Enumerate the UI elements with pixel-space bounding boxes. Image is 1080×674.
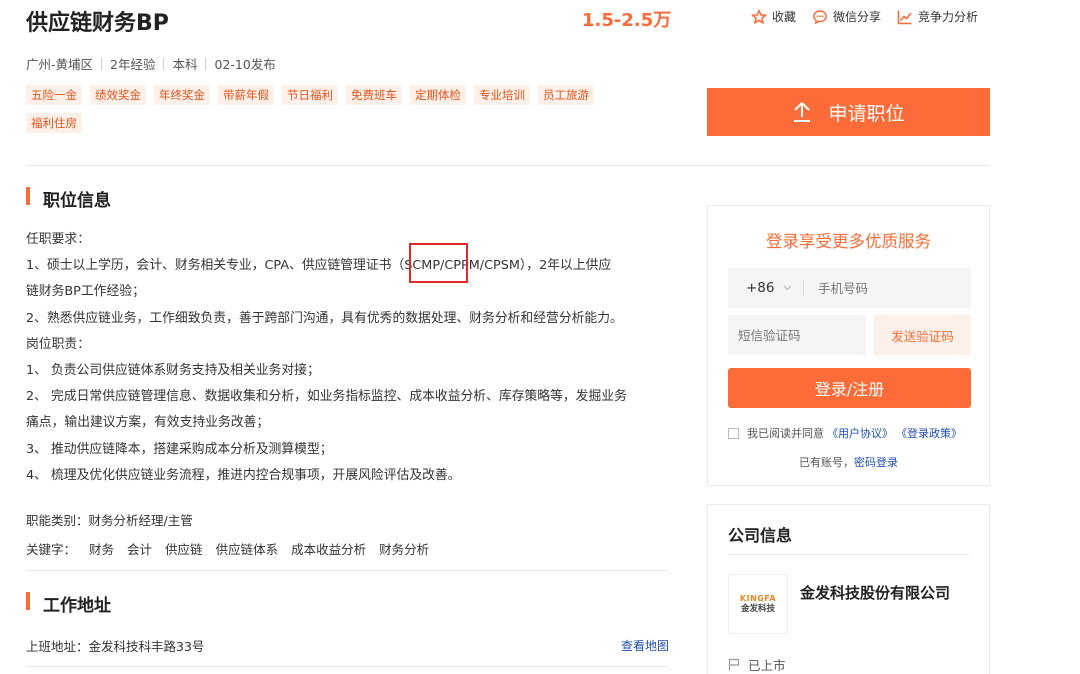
favorite-label: 收藏 bbox=[772, 10, 797, 24]
section-divider bbox=[26, 570, 668, 571]
job-meta: 广州-黄埔区 2年经验 本科 02-10发布 bbox=[26, 54, 276, 73]
section-divider bbox=[26, 666, 668, 667]
send-code-button[interactable]: 发送验证码 bbox=[874, 315, 971, 355]
company-panel: 公司信息 KINGFA 金发科技 金发科技股份有限公司 已上市 bbox=[707, 504, 990, 674]
chevron-down-icon bbox=[783, 285, 791, 291]
keyword[interactable]: 供应链 bbox=[165, 539, 203, 558]
company-divider bbox=[728, 554, 971, 555]
benefit-tag: 员工旅游 bbox=[538, 85, 594, 105]
company-name[interactable]: 金发科技股份有限公司 bbox=[800, 582, 960, 605]
star-icon bbox=[751, 9, 767, 24]
section-work-address: 工作地址 bbox=[26, 591, 111, 616]
code-field-row bbox=[728, 315, 866, 355]
benefit-tag: 带薪年假 bbox=[218, 85, 274, 105]
category-value: 财务分析经理/主管 bbox=[88, 513, 193, 528]
category-label: 职能类别： bbox=[26, 513, 89, 528]
flag-icon bbox=[728, 658, 740, 671]
upload-icon bbox=[794, 102, 811, 122]
keyword[interactable]: 供应链体系 bbox=[216, 539, 279, 558]
apply-label: 申请职位 bbox=[828, 102, 905, 125]
keyword[interactable]: 财务分析 bbox=[379, 539, 429, 558]
description-line: 1、硕士以上学历，会计、财务相关专业，CPA、供应链管理证书（SCMP/CPPM… bbox=[26, 258, 612, 274]
wechat-share-label: 微信分享 bbox=[833, 10, 882, 24]
keyword[interactable]: 财务 bbox=[89, 539, 114, 558]
benefit-tag: 绩效奖金 bbox=[90, 85, 146, 105]
competitiveness-button[interactable]: 竞争力分析 bbox=[897, 8, 978, 25]
salary: 1.5-2.5万 bbox=[582, 10, 672, 31]
work-address: 上班地址：金发科技科丰路33号 bbox=[26, 639, 205, 654]
job-location: 广州-黄埔区 bbox=[26, 57, 94, 72]
keywords: 关键字： 财务 会计 供应链 供应链体系 成本收益分析 财务分析 bbox=[26, 539, 429, 558]
login-policy-link[interactable]: 《登录政策》 bbox=[896, 425, 962, 441]
favorite-button[interactable]: 收藏 bbox=[751, 8, 796, 25]
country-code-select[interactable]: +86 bbox=[728, 280, 803, 296]
company-listed-status: 已上市 bbox=[728, 655, 786, 674]
description-line: 4、 梳理及优化供应链业务流程，推进内控合规事项，开展风险评估及改善。 bbox=[26, 467, 461, 483]
benefit-tags: 五险一金 绩效奖金 年终奖金 带薪年假 节日福利 免费班车 定期体检 专业培训 … bbox=[26, 85, 636, 133]
agree-text: 我已阅读并同意 bbox=[747, 427, 824, 440]
benefit-tag: 年终奖金 bbox=[154, 85, 210, 105]
keyword[interactable]: 成本收益分析 bbox=[291, 539, 366, 558]
logo-text-en: KINGFA bbox=[739, 593, 777, 603]
phone-field-row: +86 bbox=[728, 268, 971, 308]
has-account-row: 已有账号，密码登录 bbox=[708, 454, 989, 470]
highlight-annotation bbox=[409, 243, 468, 283]
description-line: 2、 完成日常供应链管理信息、数据收集和分析，如业务指标监控、成本收益分析、库存… bbox=[26, 389, 627, 405]
agree-checkbox[interactable] bbox=[728, 427, 739, 439]
section-job-info: 职位信息 bbox=[26, 186, 111, 211]
benefit-tag: 专业培训 bbox=[474, 85, 530, 105]
password-login-link[interactable]: 密码登录 bbox=[854, 456, 898, 469]
company-section-title: 公司信息 bbox=[728, 526, 793, 545]
job-actions: 收藏 微信分享 竞争力分析 bbox=[751, 8, 978, 25]
keyword[interactable]: 会计 bbox=[127, 539, 152, 558]
wechat-share-button[interactable]: 微信分享 bbox=[812, 8, 881, 25]
view-map-link[interactable]: 查看地图 bbox=[621, 637, 669, 654]
benefit-tag: 五险一金 bbox=[26, 85, 82, 105]
description-line: 1、 负责公司供应链体系财务支持及相关业务对接； bbox=[26, 363, 320, 379]
listed-label: 已上市 bbox=[748, 658, 786, 673]
country-code: +86 bbox=[746, 280, 775, 296]
description-line: 链财务BP工作经验； bbox=[26, 284, 145, 300]
description-line: 痛点，输出建议方案，有效支持业务改善； bbox=[26, 415, 270, 431]
login-panel: 登录享受更多优质服务 +86 发送验证码 登录/注册 我已阅读并同意 《用户协议… bbox=[707, 205, 990, 486]
agreement-row: 我已阅读并同意 《用户协议》 《登录政策》 bbox=[728, 425, 962, 441]
meta-divider bbox=[101, 57, 103, 70]
apply-button[interactable]: 申请职位 bbox=[707, 88, 990, 136]
login-title: 登录享受更多优质服务 bbox=[766, 232, 931, 251]
description-line: 任职要求： bbox=[26, 232, 90, 247]
login-register-button[interactable]: 登录/注册 bbox=[728, 368, 971, 408]
chat-bubble-icon bbox=[813, 9, 827, 24]
meta-divider bbox=[205, 57, 207, 70]
phone-input[interactable] bbox=[804, 280, 954, 296]
job-published: 02-10发布 bbox=[214, 57, 276, 72]
benefit-tag: 福利住房 bbox=[26, 113, 82, 133]
header-divider bbox=[26, 165, 990, 166]
job-category: 职能类别： 财务分析经理/主管 bbox=[26, 510, 193, 529]
description-line: 2、熟悉供应链业务，工作细致负责，善于跨部门沟通，具有优秀的数据处理、财务分析和… bbox=[26, 310, 623, 326]
benefit-tag: 节日福利 bbox=[282, 85, 338, 105]
description-line: 岗位职责： bbox=[26, 336, 90, 352]
benefit-tag: 免费班车 bbox=[346, 85, 402, 105]
job-experience: 2年经验 bbox=[110, 57, 156, 72]
competitiveness-label: 竞争力分析 bbox=[918, 10, 979, 24]
company-logo[interactable]: KINGFA 金发科技 bbox=[728, 574, 788, 634]
sms-code-input[interactable] bbox=[728, 327, 848, 343]
user-agreement-link[interactable]: 《用户协议》 bbox=[827, 425, 893, 441]
meta-divider bbox=[163, 57, 165, 70]
benefit-tag: 定期体检 bbox=[410, 85, 466, 105]
keywords-label: 关键字： bbox=[26, 542, 77, 557]
trend-chart-icon bbox=[897, 10, 912, 24]
logo-text-cn: 金发科技 bbox=[740, 603, 775, 614]
job-education: 本科 bbox=[172, 57, 198, 72]
description-line: 3、 推动供应链降本，搭建采购成本分析及测算模型； bbox=[26, 441, 333, 457]
has-account-text: 已有账号， bbox=[799, 456, 854, 469]
job-description: 任职要求： 1、硕士以上学历，会计、财务相关专业，CPA、供应链管理证书（SCM… bbox=[26, 227, 666, 489]
job-title: 供应链财务BP bbox=[26, 11, 169, 36]
